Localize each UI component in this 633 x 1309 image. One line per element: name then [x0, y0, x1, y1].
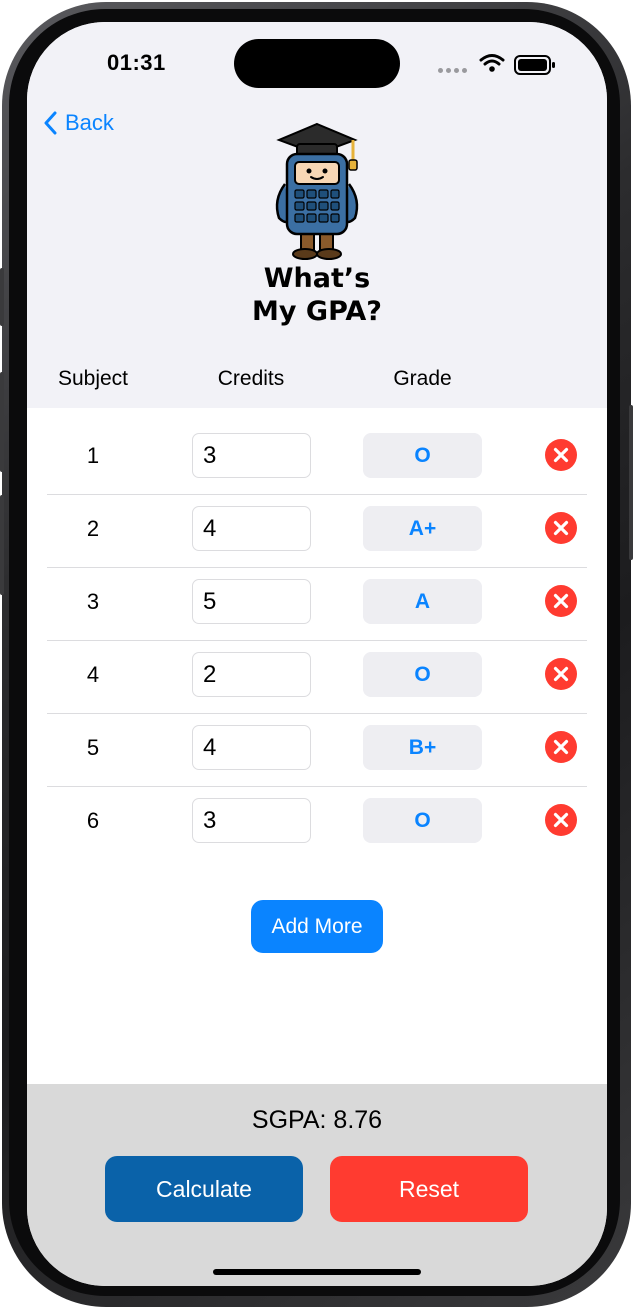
- subject-row: 4 2 O: [27, 640, 607, 713]
- calculator-mascot-logo: [275, 122, 359, 260]
- credits-input[interactable]: 5: [192, 579, 311, 624]
- volume-down-button: [0, 495, 4, 595]
- subject-number: 3: [86, 589, 100, 614]
- subject-row: 1 3 O: [27, 421, 607, 494]
- home-indicator[interactable]: [213, 1269, 421, 1275]
- power-button: [629, 405, 633, 560]
- subject-number: 1: [86, 443, 100, 468]
- column-headers: Subject Credits Grade: [27, 367, 607, 397]
- subject-row: 6 3 O: [27, 786, 607, 859]
- back-label: Back: [65, 110, 114, 135]
- action-button: [0, 268, 4, 326]
- app-screen: Back What’s My GPA? Subject Credits Grad…: [27, 22, 607, 1286]
- credits-input[interactable]: 2: [192, 652, 311, 697]
- back-button[interactable]: Back: [43, 110, 114, 136]
- delete-row-icon[interactable]: [545, 658, 577, 690]
- sgpa-result: SGPA: 8.76: [251, 1106, 383, 1134]
- subject-number: 6: [86, 808, 100, 833]
- header-credits: Credits: [217, 367, 285, 390]
- subject-number: 5: [86, 735, 100, 760]
- delete-row-icon[interactable]: [545, 804, 577, 836]
- subject-row: 3 5 A: [27, 567, 607, 640]
- delete-row-icon[interactable]: [545, 439, 577, 471]
- add-more-button[interactable]: Add More: [251, 900, 383, 953]
- reset-button[interactable]: Reset: [330, 1156, 528, 1222]
- delete-row-icon[interactable]: [545, 585, 577, 617]
- credits-input[interactable]: 3: [192, 433, 311, 478]
- app-title-line2: My GPA?: [252, 296, 382, 327]
- battery-icon: [514, 55, 555, 75]
- footer: SGPA: 8.76 Calculate Reset: [27, 1084, 607, 1286]
- calculate-button[interactable]: Calculate: [105, 1156, 303, 1222]
- subject-row: 2 4 A+: [27, 494, 607, 567]
- header-grade: Grade: [393, 367, 452, 390]
- credits-input[interactable]: 3: [192, 798, 311, 843]
- dynamic-island: [234, 39, 400, 88]
- grade-picker-button[interactable]: O: [363, 652, 482, 697]
- app-title: What’s My GPA?: [27, 262, 607, 328]
- volume-up-button: [0, 372, 4, 472]
- grade-picker-button[interactable]: O: [363, 798, 482, 843]
- delete-row-icon[interactable]: [545, 512, 577, 544]
- subject-number: 2: [86, 516, 100, 541]
- header-subject: Subject: [57, 367, 129, 390]
- credits-input[interactable]: 4: [192, 725, 311, 770]
- app-title-line1: What’s: [263, 263, 371, 294]
- grade-picker-button[interactable]: B+: [363, 725, 482, 770]
- subject-row: 5 4 B+: [27, 713, 607, 786]
- delete-row-icon[interactable]: [545, 731, 577, 763]
- grade-picker-button[interactable]: A+: [363, 506, 482, 551]
- wifi-icon: [479, 54, 505, 72]
- status-time: 01:31: [107, 50, 166, 75]
- grade-picker-button[interactable]: A: [363, 579, 482, 624]
- cellular-signal-icon: [438, 68, 467, 73]
- chevron-left-icon: [44, 111, 57, 135]
- credits-input[interactable]: 4: [192, 506, 311, 551]
- grade-picker-button[interactable]: O: [363, 433, 482, 478]
- subject-number: 4: [86, 662, 100, 687]
